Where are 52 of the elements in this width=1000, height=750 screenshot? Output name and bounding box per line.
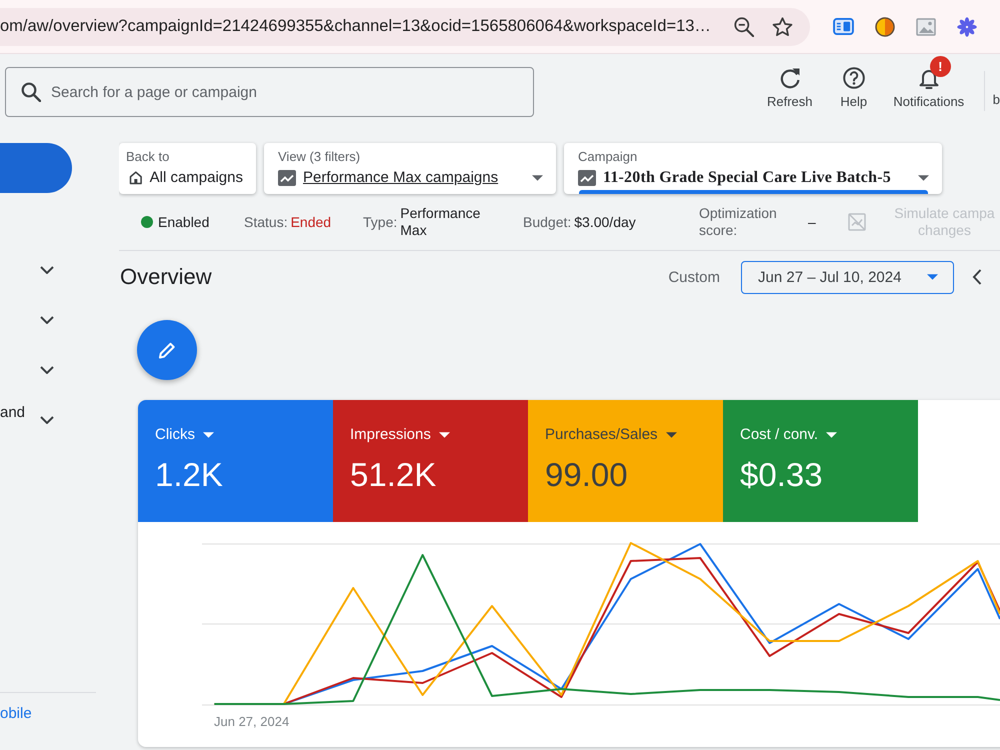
notifications-button[interactable]: ! Notifications bbox=[888, 56, 970, 110]
caret-icon bbox=[532, 174, 543, 180]
pencil-icon bbox=[158, 341, 176, 359]
caret-icon bbox=[927, 274, 938, 280]
sparkle-icon[interactable] bbox=[957, 16, 977, 36]
notification-badge: ! bbox=[930, 56, 951, 77]
summary-text: Status: Ended bbox=[244, 214, 332, 230]
caret-icon bbox=[826, 432, 838, 438]
home-icon bbox=[129, 169, 143, 186]
panel-icon[interactable] bbox=[833, 18, 854, 35]
caret-icon bbox=[666, 432, 677, 438]
edit-button[interactable] bbox=[137, 320, 197, 380]
date-range-dropdown[interactable]: Jun 27 – Jul 10, 2024 bbox=[741, 260, 954, 294]
address-bar[interactable]: om/aw/overview?campaignId=21424699355&channel=13&ocid=1565806064&workspaceId=13… bbox=[0, 8, 810, 46]
chevron-down-icon[interactable] bbox=[40, 316, 54, 324]
help-button[interactable]: Help bbox=[834, 67, 874, 110]
header-label: b bbox=[992, 92, 1000, 108]
caret-icon bbox=[918, 174, 929, 180]
metric-tile[interactable]: Cost / conv. $0.33 bbox=[723, 400, 918, 522]
back-button[interactable]: Back to All campaigns bbox=[119, 143, 256, 194]
sidebar-link[interactable]: obile bbox=[0, 705, 32, 722]
page-title: Overview bbox=[120, 264, 212, 290]
sidebar-button[interactable] bbox=[0, 143, 72, 193]
metric-tile[interactable]: Impressions 51.2K bbox=[333, 400, 528, 522]
summary-text: Optimization score: – bbox=[699, 205, 817, 239]
campaign-dropdown[interactable]: Campaign 11-20th Grade Special Care Live Batch-5 bbox=[564, 143, 942, 194]
metric-tile[interactable]: Clicks 1.2K bbox=[138, 400, 333, 522]
chevron-left-icon[interactable] bbox=[972, 269, 982, 285]
search-field[interactable]: Search for a page or campaign bbox=[5, 67, 534, 117]
search-icon bbox=[21, 82, 41, 102]
caret-icon bbox=[438, 432, 450, 438]
chart-icon bbox=[578, 170, 596, 186]
refresh-button[interactable]: Refresh bbox=[760, 67, 820, 110]
metric-tile[interactable]: Purchases/Sales 99.00 bbox=[528, 400, 723, 522]
zoom-out-icon[interactable] bbox=[734, 16, 754, 36]
chart-off-icon bbox=[848, 213, 866, 231]
nav-item-label[interactable]: and bbox=[0, 395, 26, 422]
view-dropdown[interactable]: View (3 filters) Performance Max campaigns bbox=[264, 143, 556, 194]
axis-label: Jun 27, 2024 bbox=[213, 714, 290, 730]
status-text: Enabled bbox=[158, 214, 210, 230]
chevron-down-icon[interactable] bbox=[40, 366, 54, 374]
circle-icon[interactable] bbox=[875, 16, 895, 36]
bell-icon bbox=[918, 67, 939, 89]
chevron-down-icon[interactable] bbox=[40, 266, 54, 274]
chevron-down-icon[interactable] bbox=[40, 416, 54, 424]
star-icon[interactable] bbox=[772, 16, 793, 36]
refresh-icon bbox=[778, 67, 801, 89]
caret-icon bbox=[203, 432, 214, 438]
chart-icon bbox=[278, 170, 296, 186]
range-label: Custom bbox=[668, 268, 720, 286]
summary-text: Budget: $3.00/day bbox=[523, 214, 637, 230]
help-icon bbox=[842, 67, 865, 89]
